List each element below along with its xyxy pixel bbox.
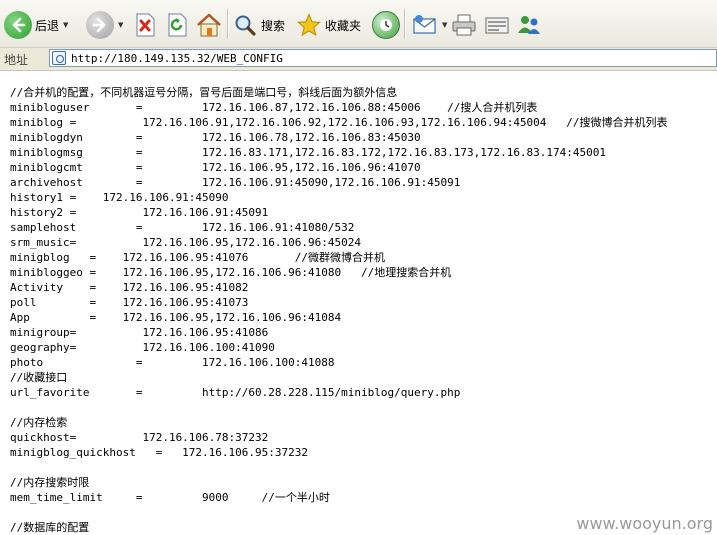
config-line: //数据库的配置 [10,521,90,534]
history-icon [372,11,400,39]
config-line: photo = 172.16.106.100:41088 [10,356,335,369]
favorites-button[interactable]: 收藏夹 [297,7,361,43]
home-icon [197,13,221,37]
browser-toolbar: 后退 ▼ ▼ 搜索 收藏夹 ▼ [0,0,717,48]
search-button[interactable]: 搜索 [233,7,285,43]
config-line: //内存检索 [10,416,68,429]
config-line: history1 = 172.16.106.91:45090 [10,191,229,204]
config-line: geography= 172.16.106.100:41090 [10,341,275,354]
config-line: minigroup= 172.16.106.95:41086 [10,326,269,339]
edit-button[interactable] [484,7,510,43]
config-line: App = 172.16.106.95,172.16.106.96:41084 [10,311,342,324]
config-line: quickhost= 172.16.106.78:37232 [10,431,269,444]
messenger-icon [518,16,540,34]
print-button[interactable] [451,7,477,43]
stop-icon [136,13,155,37]
chevron-down-icon[interactable]: ▼ [63,21,68,29]
config-line: Activity = 172.16.106.95:41082 [10,281,249,294]
messenger-button[interactable] [516,7,542,43]
config-line: poll = 172.16.106.95:41073 [10,296,249,309]
chevron-down-icon[interactable]: ▼ [118,21,123,29]
mail-button[interactable]: ▼ [412,7,447,43]
address-label: 地址 [4,53,29,67]
forward-button[interactable]: ▼ [86,7,123,43]
toolbar-divider [227,9,229,39]
config-line: miniblogmsg = 172.16.83.171,172.16.83.17… [10,146,607,159]
config-line: minibloguser = 172.16.106.87,172.16.106.… [10,101,538,114]
config-line: url_favorite = http://60.28.228.115/mini… [10,386,461,399]
page-icon [52,51,66,65]
config-line: minigblog = 172.16.106.95:41076 //微群微博合并… [10,251,386,264]
config-line: //合并机的配置，不同机器逗号分隔，冒号后面是端口号，斜线后面为额外信息 [10,86,398,99]
config-line: history2 = 172.16.106.91:45091 [10,206,269,219]
stop-button[interactable] [134,7,156,43]
back-label: 后退 [35,18,60,33]
search-icon [235,15,256,36]
star-icon [297,13,321,37]
refresh-icon [168,13,187,37]
favorites-label: 收藏夹 [325,18,362,33]
config-line: archivehost = 172.16.106.91:45090,172.16… [10,176,461,189]
config-line: minibloggeo = 172.16.106.95,172.16.106.9… [10,266,452,279]
toolbar-divider [404,9,406,39]
search-label: 搜索 [261,18,286,33]
config-line: miniblogdyn = 172.16.106.78,172.16.106.8… [10,131,421,144]
watermark: www.wooyun.org [576,514,713,533]
address-input[interactable]: http://180.149.135.32/WEB_CONFIG [49,49,717,67]
config-line: //收藏接口 [10,371,68,384]
forward-arrow-icon [86,11,114,39]
home-button[interactable] [196,7,222,43]
address-url[interactable]: http://180.149.135.32/WEB_CONFIG [71,52,283,65]
config-line: miniblogcmt = 172.16.106.95,172.16.106.9… [10,161,421,174]
config-line: samplehost = 172.16.106.91:41080/532 [10,221,355,234]
printer-icon [452,14,476,36]
mail-icon [413,15,436,34]
back-button[interactable]: 后退 ▼ [4,7,68,43]
edit-page-icon [485,17,509,34]
address-bar: 地址 http://180.149.135.32/WEB_CONFIG [0,48,717,71]
back-arrow-icon [4,11,32,39]
config-line: //内存搜索时限 [10,476,90,489]
refresh-button[interactable] [166,7,188,43]
config-line: mem_time_limit = 9000 //一个半小时 [10,491,330,504]
chevron-down-icon[interactable]: ▼ [442,21,447,29]
config-line: srm_music= 172.16.106.95,172.16.106.96:4… [10,236,361,249]
page-content: //合并机的配置，不同机器逗号分隔，冒号后面是端口号，斜线后面为额外信息 mini… [0,71,717,535]
config-line: minigblog_quickhost = 172.16.106.95:3723… [10,446,309,459]
config-line: miniblog = 172.16.106.91,172.16.106.92,1… [10,116,668,129]
history-button[interactable] [372,7,400,43]
